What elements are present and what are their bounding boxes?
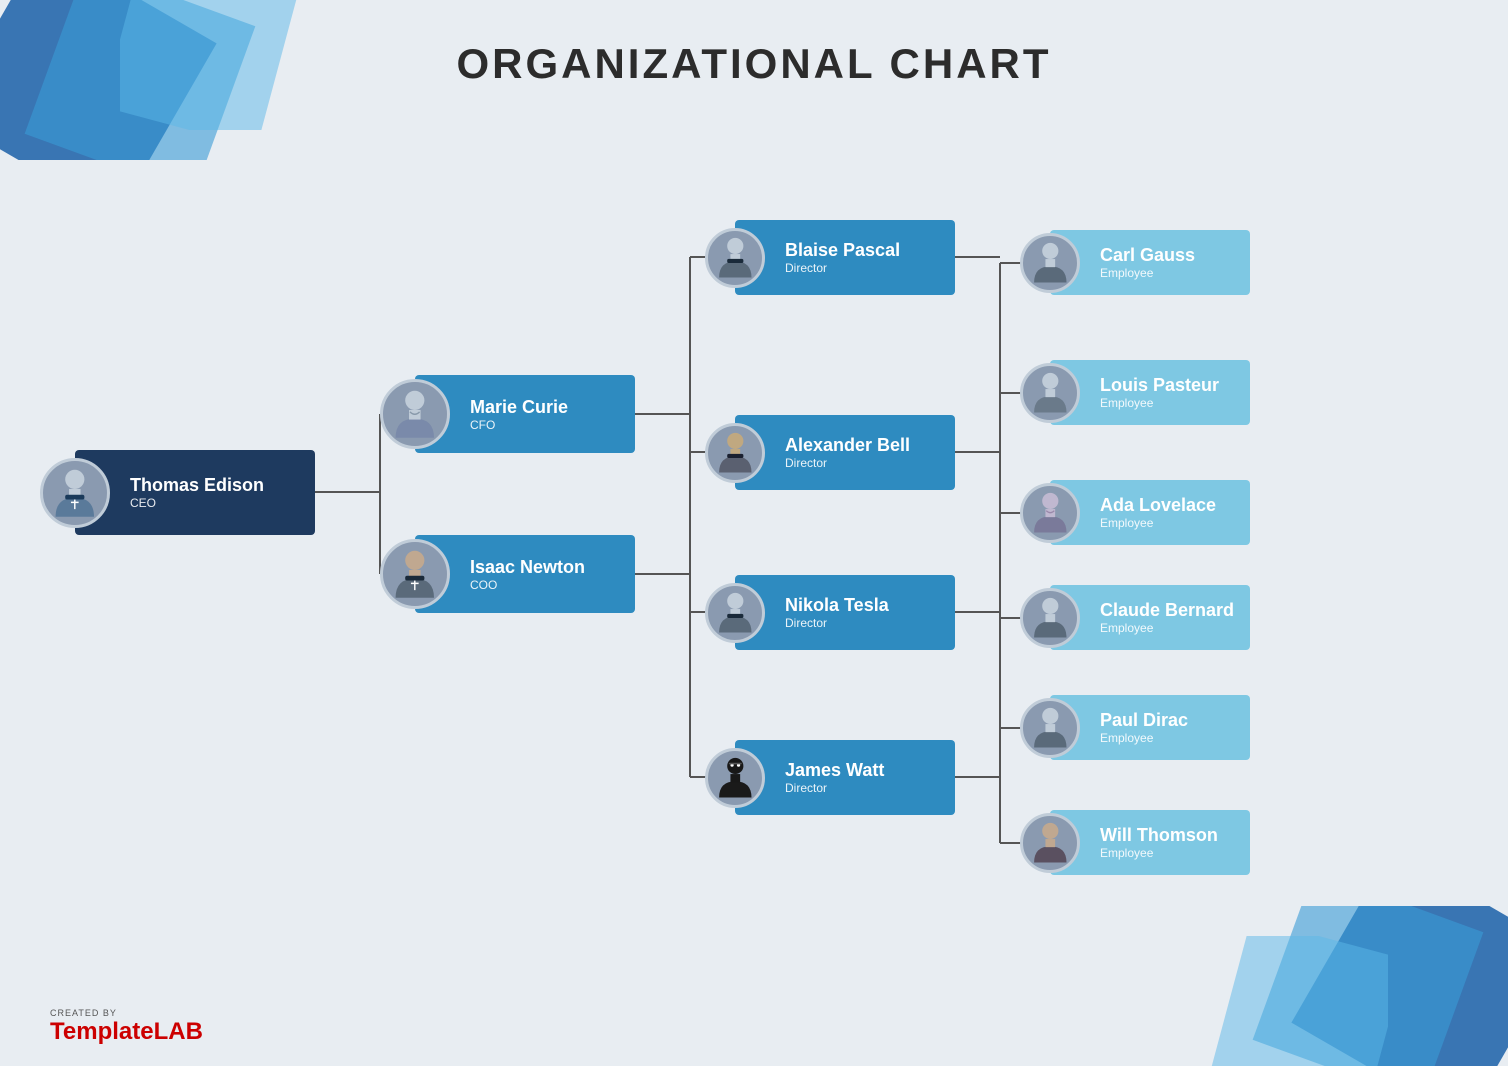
node-director-2-text: Alexander Bell Director xyxy=(765,427,922,478)
node-ceo: Thomas Edison CEO xyxy=(75,450,315,535)
avatar-ceo xyxy=(40,458,110,528)
node-director-1-text: Blaise Pascal Director xyxy=(765,232,912,283)
logo-brand-suffix: LAB xyxy=(154,1018,203,1045)
node-employee-3-title: Employee xyxy=(1100,516,1216,530)
node-employee-1-name: Carl Gauss xyxy=(1100,245,1195,266)
node-ceo-text: Thomas Edison CEO xyxy=(110,467,276,518)
node-coo: Isaac Newton COO xyxy=(415,535,635,613)
node-director-4-text: James Watt Director xyxy=(765,752,896,803)
node-cfo: Marie Curie CFO xyxy=(415,375,635,453)
node-director-3-text: Nikola Tesla Director xyxy=(765,587,901,638)
avatar-director-2 xyxy=(705,423,765,483)
node-employee-3: Ada Lovelace Employee xyxy=(1050,480,1250,545)
node-director-2: Alexander Bell Director xyxy=(735,415,955,490)
avatar-employee-6 xyxy=(1020,813,1080,873)
node-director-1-name: Blaise Pascal xyxy=(785,240,900,261)
node-employee-1: Carl Gauss Employee xyxy=(1050,230,1250,295)
node-director-4: James Watt Director xyxy=(735,740,955,815)
node-coo-text: Isaac Newton COO xyxy=(450,549,597,600)
logo: CREATED BY TemplateLAB xyxy=(50,1008,203,1046)
node-employee-5-name: Paul Dirac xyxy=(1100,710,1188,731)
node-director-3-name: Nikola Tesla xyxy=(785,595,889,616)
avatar-director-1 xyxy=(705,228,765,288)
node-employee-6-text: Will Thomson Employee xyxy=(1080,817,1230,868)
avatar-director-3 xyxy=(705,583,765,643)
avatar-coo xyxy=(380,539,450,609)
logo-created-by: CREATED BY xyxy=(50,1008,117,1018)
node-employee-4: Claude Bernard Employee xyxy=(1050,585,1250,650)
node-employee-4-name: Claude Bernard xyxy=(1100,600,1234,621)
node-cfo-title: CFO xyxy=(470,418,568,432)
node-director-2-title: Director xyxy=(785,456,910,470)
node-director-2-name: Alexander Bell xyxy=(785,435,910,456)
node-employee-4-text: Claude Bernard Employee xyxy=(1080,592,1246,643)
node-employee-6-name: Will Thomson xyxy=(1100,825,1218,846)
node-ceo-title: CEO xyxy=(130,496,264,510)
node-director-1: Blaise Pascal Director xyxy=(735,220,955,295)
node-coo-name: Isaac Newton xyxy=(470,557,585,578)
node-director-1-title: Director xyxy=(785,261,900,275)
node-employee-4-title: Employee xyxy=(1100,621,1234,635)
avatar-employee-3 xyxy=(1020,483,1080,543)
node-employee-2-text: Louis Pasteur Employee xyxy=(1080,367,1231,418)
avatar-director-4 xyxy=(705,748,765,808)
node-employee-1-title: Employee xyxy=(1100,266,1195,280)
logo-brand-prefix: Template xyxy=(50,1018,154,1045)
node-employee-5-title: Employee xyxy=(1100,731,1188,745)
avatar-employee-5 xyxy=(1020,698,1080,758)
node-cfo-name: Marie Curie xyxy=(470,397,568,418)
node-director-4-title: Director xyxy=(785,781,884,795)
node-employee-5-text: Paul Dirac Employee xyxy=(1080,702,1200,753)
avatar-employee-1 xyxy=(1020,233,1080,293)
node-employee-2-title: Employee xyxy=(1100,396,1219,410)
node-employee-6: Will Thomson Employee xyxy=(1050,810,1250,875)
node-cfo-text: Marie Curie CFO xyxy=(450,389,580,440)
avatar-cfo xyxy=(380,379,450,449)
node-employee-3-text: Ada Lovelace Employee xyxy=(1080,487,1228,538)
node-coo-title: COO xyxy=(470,578,585,592)
node-employee-3-name: Ada Lovelace xyxy=(1100,495,1216,516)
node-ceo-name: Thomas Edison xyxy=(130,475,264,496)
logo-brand: TemplateLAB xyxy=(50,1018,203,1046)
node-employee-6-title: Employee xyxy=(1100,846,1218,860)
node-director-3: Nikola Tesla Director xyxy=(735,575,955,650)
node-employee-2: Louis Pasteur Employee xyxy=(1050,360,1250,425)
org-chart: Thomas Edison CEO Marie Curie CFO xyxy=(40,120,1468,966)
page-title: ORGANIZATIONAL CHART xyxy=(0,40,1508,88)
avatar-employee-4 xyxy=(1020,588,1080,648)
node-director-4-name: James Watt xyxy=(785,760,884,781)
node-employee-2-name: Louis Pasteur xyxy=(1100,375,1219,396)
node-employee-5: Paul Dirac Employee xyxy=(1050,695,1250,760)
node-employee-1-text: Carl Gauss Employee xyxy=(1080,237,1207,288)
avatar-employee-2 xyxy=(1020,363,1080,423)
node-director-3-title: Director xyxy=(785,616,889,630)
